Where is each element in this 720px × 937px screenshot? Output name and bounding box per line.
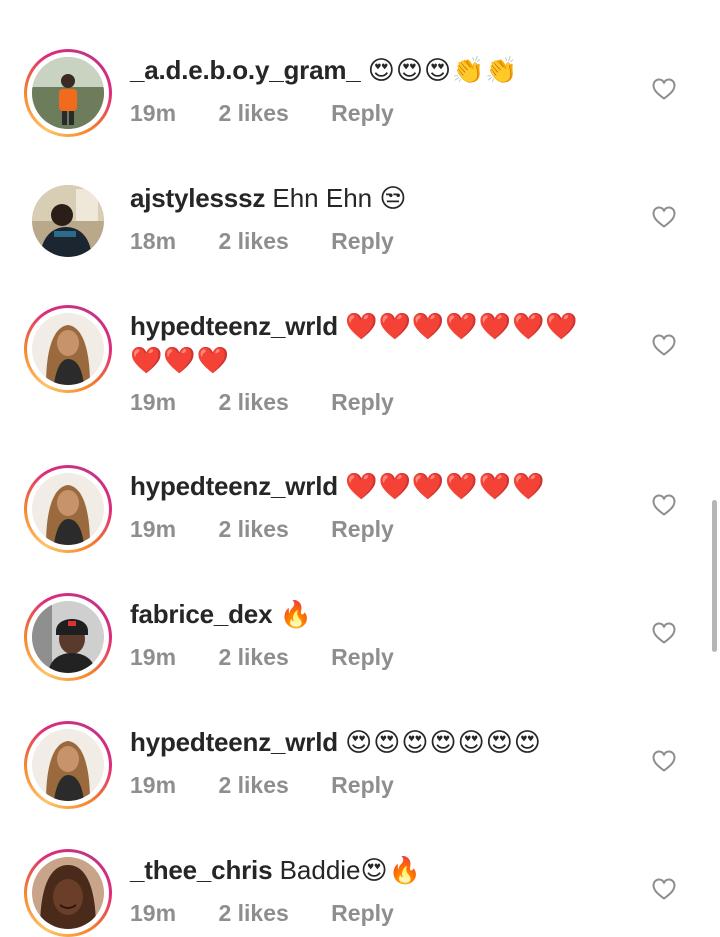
comment-username[interactable]: hypedteenz_wrld	[130, 471, 338, 501]
reply-button[interactable]: Reply	[331, 389, 394, 416]
comment-text: _a.d.e.b.o.y_gram_ 😍😍😍👏👏	[130, 53, 610, 87]
comment-time: 19m	[130, 772, 177, 798]
comment-likes[interactable]: 2 likes	[218, 100, 288, 127]
comment-body: Ehn Ehn	[272, 183, 373, 213]
comment-text: fabrice_dex 🔥	[130, 597, 610, 631]
comment-username[interactable]: hypedteenz_wrld	[130, 311, 338, 341]
comment-username[interactable]: _thee_chris	[130, 855, 273, 885]
avatar[interactable]	[24, 305, 112, 393]
heart-outline-icon[interactable]	[652, 622, 676, 644]
avatar-image	[32, 57, 104, 129]
reply-button[interactable]: Reply	[331, 900, 394, 927]
heart-outline-icon[interactable]	[652, 206, 676, 228]
reply-button[interactable]: Reply	[331, 100, 394, 127]
avatar-image	[32, 473, 104, 545]
comment-likes[interactable]: 2 likes	[218, 772, 288, 799]
heart-outline-icon[interactable]	[652, 494, 676, 516]
comment-meta: 19m 2 likes Reply	[130, 389, 430, 416]
comment-text: ajstylesssz Ehn Ehn 😒	[130, 181, 610, 215]
comment-meta: 19m 2 likes Reply	[130, 772, 430, 799]
comment-emojis: 😍🔥	[360, 855, 423, 885]
avatar-image	[32, 313, 104, 385]
avatar-image	[32, 729, 104, 801]
comment-emojis: 😒	[379, 183, 408, 213]
avatar[interactable]	[24, 593, 112, 681]
comment-emojis: ❤️❤️❤️❤️❤️❤️	[345, 471, 546, 501]
comment-meta: 18m 2 likes Reply	[130, 228, 430, 255]
comment-time: 19m	[130, 516, 177, 542]
reply-button[interactable]: Reply	[331, 516, 394, 543]
comment-likes[interactable]: 2 likes	[218, 516, 288, 543]
comment-time: 19m	[130, 389, 177, 415]
heart-outline-icon[interactable]	[652, 878, 676, 900]
avatar[interactable]	[24, 849, 112, 937]
comment-emojis: 🔥	[279, 599, 313, 629]
comment-meta: 19m 2 likes Reply	[130, 100, 430, 127]
comment-emojis: 😍😍😍👏👏	[367, 55, 519, 85]
comment-username[interactable]: ajstylesssz	[130, 183, 265, 213]
comment-likes[interactable]: 2 likes	[218, 228, 288, 255]
avatar-image	[32, 601, 104, 673]
comment-body: Baddie	[279, 855, 361, 885]
reply-button[interactable]: Reply	[331, 228, 394, 255]
heart-outline-icon[interactable]	[652, 334, 676, 356]
comment-text: hypedteenz_wrld 😍😍😍😍😍😍😍	[130, 725, 610, 759]
avatar-image	[32, 857, 104, 929]
comment-meta: 19m 2 likes Reply	[130, 644, 430, 671]
scrollbar[interactable]	[712, 500, 717, 652]
reply-button[interactable]: Reply	[331, 772, 394, 799]
reply-button[interactable]: Reply	[331, 644, 394, 671]
avatar[interactable]	[24, 465, 112, 553]
heart-outline-icon[interactable]	[652, 750, 676, 772]
comment-text: _thee_chris Baddie😍🔥	[130, 853, 610, 887]
comment-text: hypedteenz_wrld ❤️❤️❤️❤️❤️❤️	[130, 469, 610, 503]
comment-likes[interactable]: 2 likes	[218, 389, 288, 416]
comment-likes[interactable]: 2 likes	[218, 900, 288, 927]
comment-time: 18m	[130, 228, 177, 254]
comment-meta: 19m 2 likes Reply	[130, 900, 430, 927]
comment-username[interactable]: fabrice_dex	[130, 599, 273, 629]
heart-outline-icon[interactable]	[652, 78, 676, 100]
avatar-image	[32, 185, 104, 257]
avatar[interactable]	[24, 721, 112, 809]
avatar[interactable]	[24, 177, 112, 265]
comment-username[interactable]: _a.d.e.b.o.y_gram_	[130, 55, 361, 85]
comment-meta: 19m 2 likes Reply	[130, 516, 430, 543]
comment-time: 19m	[130, 644, 177, 670]
comment-emojis: 😍😍😍😍😍😍😍	[345, 727, 542, 757]
comment-text: hypedteenz_wrld ❤️❤️❤️❤️❤️❤️❤️❤️❤️❤️	[130, 309, 600, 377]
avatar[interactable]	[24, 49, 112, 137]
comment-username[interactable]: hypedteenz_wrld	[130, 727, 338, 757]
comment-time: 19m	[130, 900, 177, 926]
comment-time: 19m	[130, 100, 177, 126]
comment-likes[interactable]: 2 likes	[218, 644, 288, 671]
